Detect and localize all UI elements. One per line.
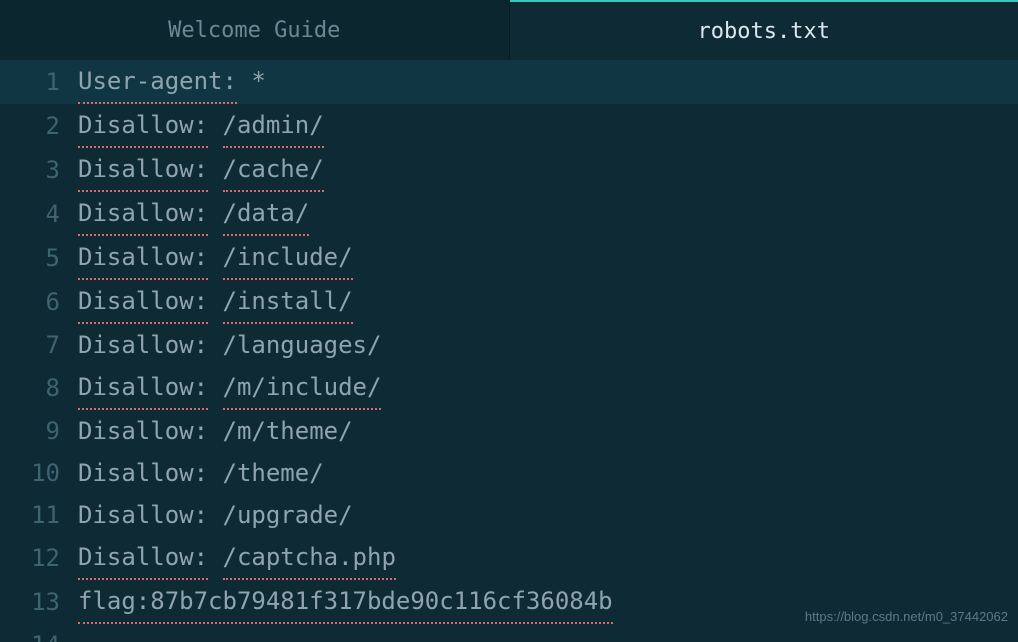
line-number: 9	[0, 410, 78, 452]
code-token: Disallow:	[78, 280, 208, 324]
line-number: 3	[0, 149, 78, 191]
line-number: 7	[0, 324, 78, 366]
code-token: Disallow:	[78, 148, 208, 192]
code-token: Disallow:	[78, 494, 208, 536]
editor-area[interactable]: 1User-agent: *2Disallow: /admin/3Disallo…	[0, 60, 1018, 642]
code-token: Disallow:	[78, 324, 208, 366]
code-token	[208, 366, 222, 410]
code-token	[208, 236, 222, 280]
code-token: Disallow:	[78, 536, 208, 580]
tab-label: Welcome Guide	[168, 18, 340, 43]
line-content: User-agent: *	[78, 60, 1018, 104]
code-token: /data/	[223, 192, 310, 236]
editor-line[interactable]: 4Disallow: /data/	[0, 192, 1018, 236]
tab-welcome-guide[interactable]: Welcome Guide	[0, 0, 510, 60]
code-token	[208, 104, 222, 148]
line-number: 12	[0, 537, 78, 579]
code-token: *	[237, 60, 266, 104]
code-token	[208, 192, 222, 236]
code-token	[208, 148, 222, 192]
watermark-text: https://blog.csdn.net/m0_37442062	[805, 596, 1008, 638]
editor-line[interactable]: 8Disallow: /m/include/	[0, 366, 1018, 410]
line-content: Disallow: /m/include/	[78, 366, 1018, 410]
line-number: 14	[0, 624, 78, 642]
line-number: 2	[0, 105, 78, 147]
code-token: /install/	[223, 280, 353, 324]
code-token	[208, 280, 222, 324]
code-token: Disallow:	[78, 452, 208, 494]
code-token	[208, 536, 222, 580]
line-content: Disallow: /languages/	[78, 324, 1018, 366]
code-token: Disallow:	[78, 192, 208, 236]
editor-line[interactable]: 3Disallow: /cache/	[0, 148, 1018, 192]
code-token: /languages/	[208, 324, 381, 366]
line-number: 6	[0, 281, 78, 323]
code-token: /upgrade/	[208, 494, 353, 536]
line-content: Disallow: /m/theme/	[78, 410, 1018, 452]
line-content: Disallow: /cache/	[78, 148, 1018, 192]
line-number: 4	[0, 193, 78, 235]
editor-line[interactable]: 1User-agent: *	[0, 60, 1018, 104]
line-number: 8	[0, 367, 78, 409]
editor-line[interactable]: 9Disallow: /m/theme/	[0, 410, 1018, 452]
editor-line[interactable]: 5Disallow: /include/	[0, 236, 1018, 280]
tab-bar: Welcome Guide robots.txt	[0, 0, 1018, 60]
code-token: Disallow:	[78, 236, 208, 280]
line-content: Disallow: /captcha.php	[78, 536, 1018, 580]
code-token: /m/include/	[223, 366, 382, 410]
line-content: Disallow: /theme/	[78, 452, 1018, 494]
code-token: /captcha.php	[223, 536, 396, 580]
line-number: 1	[0, 61, 78, 103]
code-token: User-agent:	[78, 60, 237, 104]
line-content: Disallow: /data/	[78, 192, 1018, 236]
code-token: flag:87b7cb79481f317bde90c116cf36084b	[78, 580, 613, 624]
line-number: 5	[0, 237, 78, 279]
editor-line[interactable]: 12Disallow: /captcha.php	[0, 536, 1018, 580]
line-number: 10	[0, 452, 78, 494]
code-token: Disallow:	[78, 410, 208, 452]
line-content: Disallow: /upgrade/	[78, 494, 1018, 536]
line-content: Disallow: /include/	[78, 236, 1018, 280]
editor-line[interactable]: 6Disallow: /install/	[0, 280, 1018, 324]
editor-line[interactable]: 10Disallow: /theme/	[0, 452, 1018, 494]
line-content: Disallow: /admin/	[78, 104, 1018, 148]
code-token: /theme/	[208, 452, 324, 494]
code-token: /admin/	[223, 104, 324, 148]
tab-robots-txt[interactable]: robots.txt	[510, 0, 1018, 60]
editor-line[interactable]: 2Disallow: /admin/	[0, 104, 1018, 148]
line-content: Disallow: /install/	[78, 280, 1018, 324]
code-token: /m/theme/	[208, 410, 353, 452]
code-token: Disallow:	[78, 104, 208, 148]
tab-label: robots.txt	[698, 19, 830, 44]
line-number: 11	[0, 494, 78, 536]
line-number: 13	[0, 581, 78, 623]
code-token: /include/	[223, 236, 353, 280]
code-token: /cache/	[223, 148, 324, 192]
editor-line[interactable]: 11Disallow: /upgrade/	[0, 494, 1018, 536]
code-token: Disallow:	[78, 366, 208, 410]
editor-line[interactable]: 7Disallow: /languages/	[0, 324, 1018, 366]
